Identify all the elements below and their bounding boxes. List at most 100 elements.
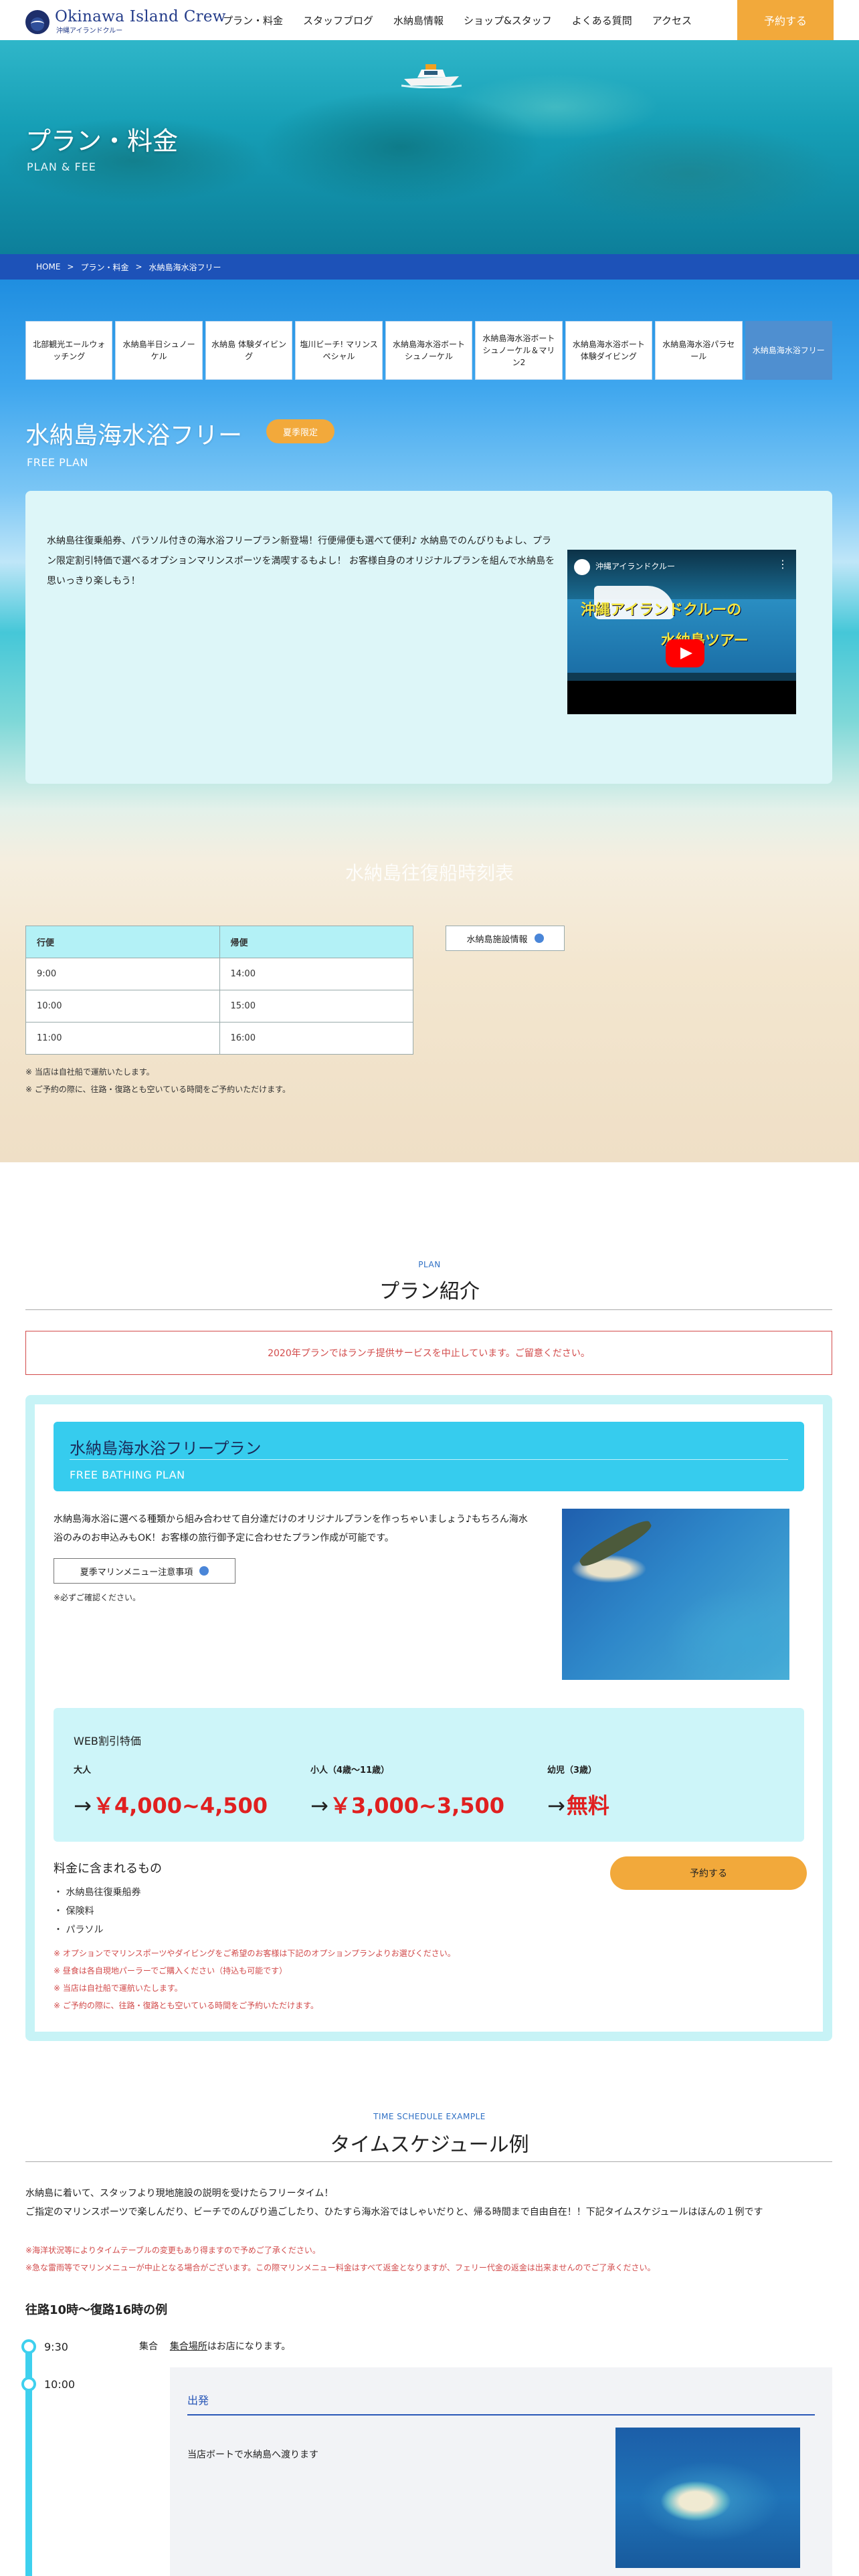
plan-section-tag: PLAN (418, 1260, 441, 1269)
price-infant: 幼児（3歳） →無料 (547, 1763, 609, 1820)
table-cell: 9:00 (25, 958, 220, 990)
note-line: ※ 当店は自社船で運航いたします。 (54, 1983, 183, 1993)
marine-menu-notes-label: 夏季マリンメニュー注意事項 (80, 1567, 193, 1578)
gather-label: 集合 (139, 2341, 158, 2352)
channel-avatar-icon (574, 559, 590, 575)
tab-half-day-snorkel[interactable]: 水納島半日シュノーケル (115, 321, 203, 380)
logo-emblem-icon (25, 9, 50, 34)
table-cell: 10:00 (25, 990, 220, 1023)
breadcrumb-plan-fee[interactable]: プラン・料金 (80, 261, 128, 273)
plan-card-description: 水納島海水浴に選べる種類から組み合わせて自分達だけのオリジナルプランを作っちゃい… (54, 1514, 528, 1543)
logo-subtitle: 沖縄アイランドクルー (56, 27, 123, 35)
plan-subtitle: FREE PLAN (27, 456, 88, 469)
nav-plan-fee[interactable]: プラン・料金 (223, 13, 283, 27)
note-line: ※ 昼食は各自現地パーラーでご購入ください（持込も可能です） (54, 1966, 288, 1975)
schedule-red-notes: ※海洋状況等によりタイムテーブルの変更もあり得ますので予めご了承ください。 ※急… (25, 2242, 832, 2276)
breadcrumb-current: 水納島海水浴フリー (149, 262, 221, 272)
list-item: ・ パラソル (54, 1925, 104, 1935)
list-item: ・ 保険料 (54, 1906, 94, 1917)
arrow-circle-icon (199, 1566, 209, 1576)
tab-boat-snorkel[interactable]: 水納島海水浴ボートシュノーケル (385, 321, 473, 380)
table-cell: 15:00 (219, 990, 413, 1023)
plan-card-title: 水納島海水浴フリープラン (70, 1439, 262, 1458)
note-line: ※急な雷雨等でマリンメニューが中止となる場合がございます。この際マリンメニュー料… (25, 2263, 656, 2272)
tab-boat-trial-diving[interactable]: 水納島海水浴ボート体験ダイビング (565, 321, 653, 380)
gather-rest: はお店になります。 (207, 2341, 291, 2352)
more-options-icon[interactable]: ⋮ (777, 558, 788, 570)
youtube-video[interactable]: 沖縄アイランドクルー ⋮ 沖縄アイランドクルーの 水納島ツアー (567, 550, 796, 714)
table-cell: 11:00 (25, 1022, 220, 1055)
departure-box: 出発 当店ボートで水納島へ渡ります (170, 2367, 832, 2576)
plan-tabs: 北部観光エールウォッチング 水納島半日シュノーケル 水納島 体験ダイビング 塩川… (25, 321, 832, 380)
timeline-time: 10:00 (44, 2378, 76, 2391)
note-line: ※ ご予約の際に、往路・復路とも空いている時間をご予約いただけます。 (25, 1085, 290, 1094)
note-line: ※ 当店は自社船で運航いたします。 (25, 1067, 155, 1077)
plan-card: 水納島海水浴フリープラン FREE BATHING PLAN 水納島海水浴に選べ… (25, 1395, 832, 2041)
timeline-time: 9:30 (44, 2341, 68, 2353)
video-caption-line1: 沖縄アイランドクルーの (581, 602, 742, 619)
included-title: 料金に含まれるもの (54, 1862, 162, 1876)
tab-shiokawa-marine-special[interactable]: 塩川ビーチ! マリンスペシャル (295, 321, 383, 380)
price-value: ￥4,000~4,500 (92, 1793, 268, 1818)
tab-trial-diving[interactable]: 水納島 体験ダイビング (205, 321, 293, 380)
plan-intro-text: 水納島往復乗船券、パラソル付きの海水浴フリープラン新登場！行便帰便も選べて便利♪… (47, 536, 555, 586)
schedule-intro-line: ご指定のマリンスポーツで楽しんだり、ビーチでのんびり過ごしたり、ひたすら海水浴で… (25, 2207, 763, 2218)
arrow-right-icon: → (310, 1793, 328, 1818)
tab-boat-snorkel-marine2[interactable]: 水納島海水浴ボートシュノーケル＆マリン2 (475, 321, 563, 380)
note-line: ※ オプションでマリンスポーツやダイビングをご希望のお客様は下記のオプションプラ… (54, 1949, 456, 1958)
main-nav: プラン・料金 スタッフブログ 水納島情報 ショップ&スタッフ よくある質問 アク… (223, 0, 712, 40)
boat-image (401, 64, 462, 88)
island-photo (615, 2428, 800, 2568)
tab-whale-watching[interactable]: 北部観光エールウォッチング (25, 321, 113, 380)
departure-text: 当店ボートで水納島へ渡ります (187, 2450, 318, 2460)
book-button[interactable]: 予約する (610, 1856, 807, 1890)
marine-menu-notes-button[interactable]: 夏季マリンメニュー注意事項 (54, 1558, 235, 1584)
price-label: 小人（4歳〜11歳） (310, 1765, 390, 1776)
price-adult: 大人 →￥4,000~4,500 (74, 1763, 268, 1820)
schedule-section-title: タイムスケジュール例 (330, 2133, 529, 2157)
gather-info: 集合 集合場所はお店になります。 (139, 2339, 290, 2353)
site-logo[interactable]: Okinawa Island Crew 沖縄アイランドクルー (25, 9, 226, 35)
route-example-title: 往路10時〜復路16時の例 (25, 2303, 168, 2317)
price-label: 大人 (74, 1765, 92, 1776)
hero-banner: プラン・料金 PLAN & FEE (0, 40, 859, 254)
ferry-timetable-heading: 水納島往復船時刻表 (345, 862, 514, 884)
facility-info-button[interactable]: 水納島施設情報 (446, 926, 565, 951)
note-line: ※海洋状況等によりタイムテーブルの変更もあり得ますので予めご了承ください。 (25, 2246, 320, 2255)
nav-island-info[interactable]: 水納島情報 (393, 13, 444, 27)
timeline-dot (21, 2377, 36, 2391)
season-badge: 夏季限定 (266, 419, 335, 443)
schedule-section-tag: TIME SCHEDULE EXAMPLE (373, 2112, 486, 2121)
header-reserve-button[interactable]: 予約する (737, 0, 834, 40)
section-divider (25, 1309, 832, 1310)
ferry-notes: ※ 当店は自社船で運航いたします。 ※ ご予約の際に、往路・復路とも空いている時… (25, 1063, 290, 1098)
breadcrumb: HOME > プラン・料金 > 水納島海水浴フリー (0, 254, 859, 280)
tab-parasail[interactable]: 水納島海水浴パラセール (655, 321, 743, 380)
island-aerial-photo (562, 1509, 789, 1680)
ferry-timetable: 行便 帰便 9:00 14:00 10:00 15:00 11:00 16:00 (25, 926, 413, 1055)
video-channel-name: 沖縄アイランドクルー (595, 562, 676, 571)
price-box: WEB割引特価 大人 →￥4,000~4,500 小人（4歳〜11歳） →￥3,… (54, 1708, 804, 1842)
table-row: 9:00 14:00 (25, 958, 413, 990)
plan-red-notes: ※ オプションでマリンスポーツやダイビングをご希望のお客様は下記のオプションプラ… (54, 1945, 456, 2014)
section-divider (25, 2161, 832, 2162)
breadcrumb-home[interactable]: HOME (36, 262, 60, 272)
nav-faq[interactable]: よくある質問 (572, 13, 632, 27)
hero-title: プラン・料金 (25, 126, 179, 156)
plan-card-header: 水納島海水浴フリープラン FREE BATHING PLAN (54, 1422, 804, 1491)
plan-intro-box: 水納島往復乗船券、パラソル付きの海水浴フリープラン新登場！行便帰便も選べて便利♪… (25, 491, 832, 784)
price-label: 幼児（3歳） (547, 1765, 597, 1776)
plan-section-title: プラン紹介 (379, 1280, 480, 1303)
plan-card-subtitle: FREE BATHING PLAN (70, 1469, 185, 1481)
list-item: ・ 水納島往復乗船券 (54, 1887, 141, 1898)
lunch-notice: 2020年プランではランチ提供サービスを中止しています。ご留意ください。 (25, 1331, 832, 1375)
tab-free-bathing[interactable]: 水納島海水浴フリー (745, 321, 832, 380)
gather-place-link[interactable]: 集合場所 (170, 2341, 207, 2352)
nav-shop-staff[interactable]: ショップ&スタッフ (464, 13, 552, 27)
logo-title: Okinawa Island Crew (55, 8, 226, 25)
nav-staff-blog[interactable]: スタッフブログ (303, 13, 373, 27)
nav-access[interactable]: アクセス (652, 13, 692, 27)
arrow-right-icon: → (547, 1793, 565, 1818)
note-line: ※ ご予約の際に、往路・復路とも空いている時間をご予約いただけます。 (54, 2001, 318, 2010)
play-icon[interactable] (666, 639, 704, 667)
